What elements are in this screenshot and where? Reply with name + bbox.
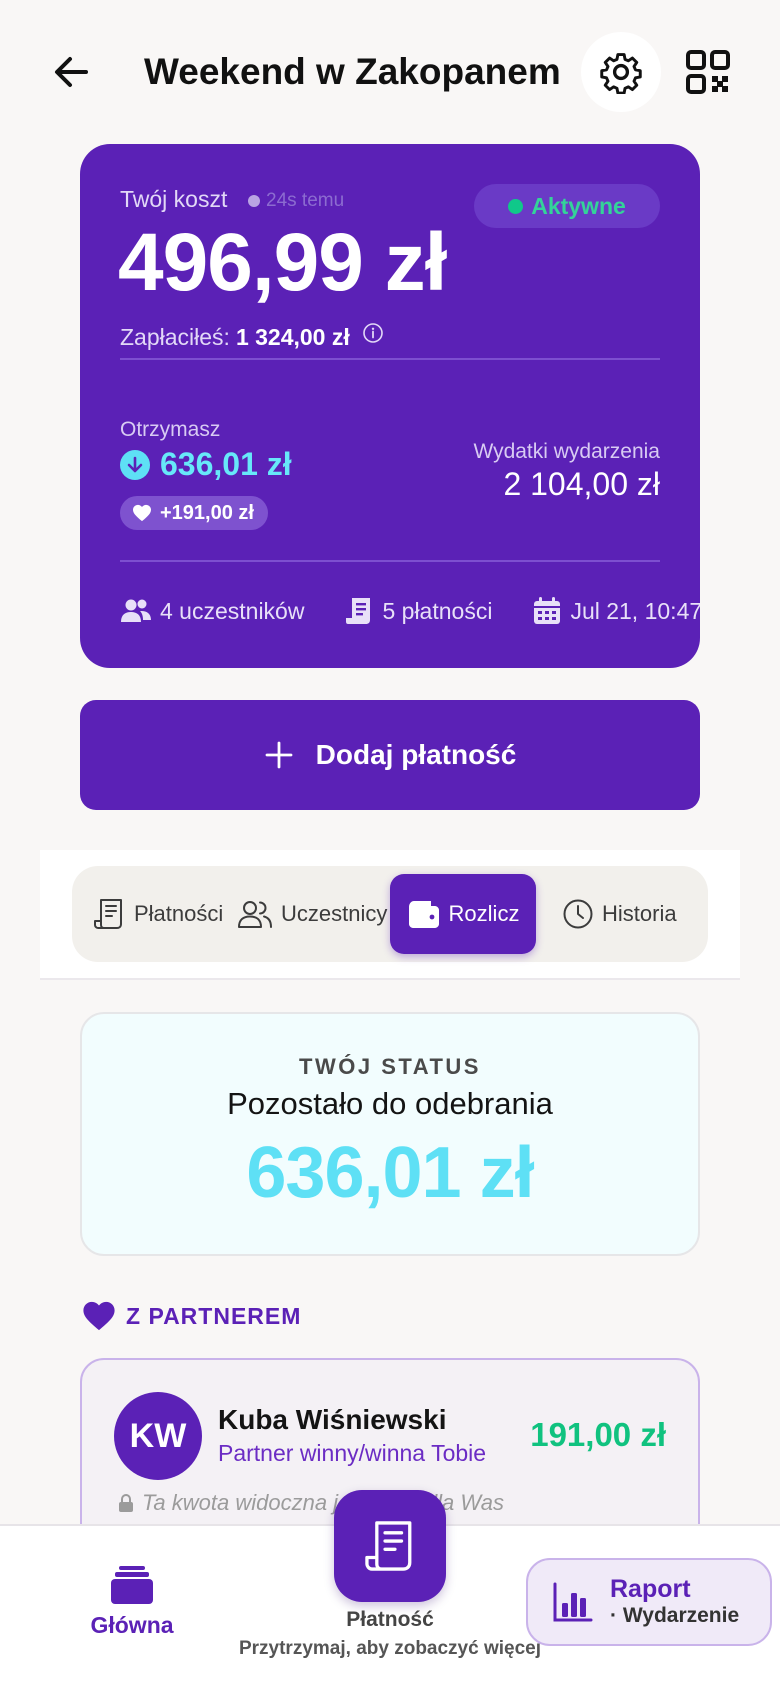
dot-icon (248, 195, 260, 207)
info-icon[interactable] (362, 322, 384, 344)
settings-button[interactable] (581, 32, 661, 112)
calendar-icon (534, 597, 561, 624)
heart-icon (83, 1301, 115, 1331)
receive-label: Otrzymasz (120, 418, 221, 441)
status-badge-text: Aktywne (531, 192, 626, 219)
tab-settle-label: Rozlicz (448, 901, 520, 926)
header: Weekend w Zakopanem (0, 0, 780, 145)
tabs-bar: Płatności Uczestnicy Rozlicz Historia (40, 850, 740, 980)
payments-text: 5 płatności (382, 597, 493, 624)
add-payment-button[interactable]: Dodaj płatność (80, 700, 700, 810)
expenses-label: Wydatki wydarzenia (473, 440, 660, 463)
expenses-value: 2 104,00 zł (503, 466, 660, 502)
partner-section-title: Z PARTNEREM (126, 1302, 302, 1329)
paid-line: Zapłaciłeś: 1 324,00 zł (120, 322, 384, 351)
arrow-left-icon (55, 57, 88, 87)
updated-ago: 24s temu (248, 190, 344, 212)
receipt-outline-icon (94, 899, 122, 929)
tab-history[interactable]: Historia (562, 874, 677, 954)
payments-count: 5 płatności (344, 596, 492, 626)
clock-icon (563, 899, 593, 929)
report-button[interactable]: Raport · Wydarzenie (526, 1558, 772, 1646)
tab-history-label: Historia (602, 901, 677, 926)
users-icon (121, 599, 151, 622)
partner-bonus-pill: +191,00 zł (120, 496, 268, 530)
cost-label: Twój koszt (120, 186, 228, 212)
privacy-note-text: Ta kwota widoczna jest tylko dla Was (142, 1490, 504, 1515)
plus-icon (265, 741, 293, 769)
add-payment-fab[interactable] (334, 1490, 446, 1602)
updated-ago-text: 24s temu (266, 190, 345, 211)
add-payment-label: Dodaj płatność (315, 739, 517, 770)
report-text: Raport · Wydarzenie (610, 1575, 739, 1629)
report-title: Raport (610, 1575, 691, 1603)
date-text: Jul 21, 10:47 (570, 597, 700, 624)
avatar: KW (114, 1392, 202, 1480)
partner-amount: 191,00 zł (530, 1416, 666, 1453)
stack-icon (111, 1566, 153, 1604)
report-subtitle: · Wydarzenie (610, 1604, 740, 1627)
partner-bonus-value: +191,00 zł (160, 501, 254, 524)
paid-label: Zapłaciłeś: (120, 324, 230, 350)
page-title: Weekend w Zakopanem (144, 51, 561, 92)
tab-payments[interactable]: Płatności (92, 874, 223, 954)
participants-count: 4 uczestników (120, 598, 304, 625)
partner-section-header: Z PARTNEREM (82, 1300, 301, 1332)
status-kicker: TWÓJ STATUS (299, 1054, 481, 1079)
back-button[interactable] (48, 48, 96, 96)
qr-code-icon (686, 50, 730, 94)
wallet-icon (408, 901, 439, 928)
arrow-down-icon (120, 449, 150, 480)
receive-value: 636,01 zł (160, 446, 292, 482)
qr-code-button[interactable] (684, 48, 732, 96)
status-badge: Aktywne (474, 184, 660, 228)
users-outline-icon (238, 901, 272, 928)
participants-text: 4 uczestników (160, 597, 305, 624)
cost-value: 496,99 zł (118, 217, 447, 308)
lock-icon (119, 1494, 133, 1512)
receipt-outline-icon (365, 1521, 412, 1571)
divider (120, 358, 660, 360)
tab-participants-label: Uczestnicy (281, 901, 388, 926)
status-card: TWÓJ STATUS Pozostało do odebrania 636,0… (80, 1012, 700, 1256)
event-date: Jul 21, 10:47 (532, 596, 700, 626)
privacy-note: Ta kwota widoczna jest tylko dla Was (118, 1490, 504, 1516)
meta-row: 4 uczestników 5 płatności Jul 21, 10:47 (120, 596, 700, 626)
tab-settle[interactable]: Rozlicz (390, 874, 536, 954)
status-amount: 636,01 zł (246, 1133, 534, 1213)
partner-name: Kuba Wiśniewski (218, 1404, 447, 1435)
receive-row: 636,01 zł (120, 446, 292, 483)
tab-participants[interactable]: Uczestnicy (237, 874, 387, 954)
partner-role: Partner winny/winna Tobie (218, 1440, 487, 1466)
paid-value: 1 324,00 zł (235, 324, 350, 350)
tab-payments-label: Płatności (134, 901, 224, 926)
divider (120, 560, 660, 562)
active-dot-icon (508, 198, 524, 214)
gear-icon (600, 53, 642, 94)
tabs: Płatności Uczestnicy Rozlicz Historia (72, 866, 708, 962)
status-title: Pozostało do odebrania (227, 1086, 553, 1121)
bar-chart-icon (553, 1582, 593, 1622)
receipt-icon (346, 598, 371, 624)
summary-card: Twój koszt 24s temu Aktywne 496,99 zł Za… (80, 144, 700, 668)
heart-icon (133, 504, 151, 522)
